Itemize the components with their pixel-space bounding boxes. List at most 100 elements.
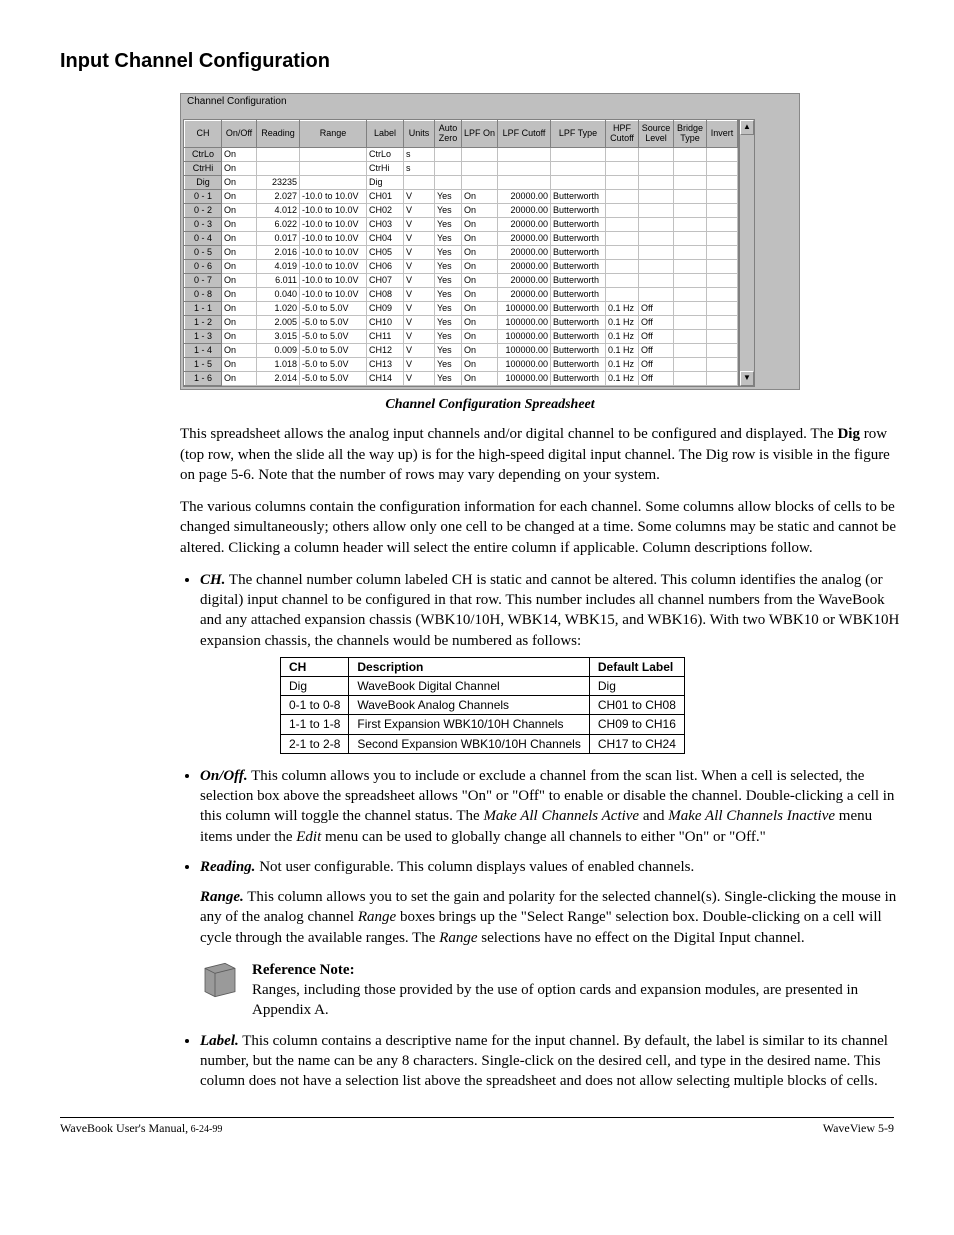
cell[interactable] — [707, 245, 738, 259]
cell[interactable]: 20000.00 — [498, 189, 551, 203]
cell[interactable]: V — [404, 315, 435, 329]
cell[interactable] — [674, 357, 707, 371]
cell[interactable]: -10.0 to 10.0V — [300, 231, 367, 245]
cell[interactable]: CH09 — [367, 301, 404, 315]
cell[interactable]: 20000.00 — [498, 245, 551, 259]
cell[interactable]: V — [404, 343, 435, 357]
cell[interactable]: On — [462, 315, 498, 329]
cell[interactable] — [674, 259, 707, 273]
cell[interactable]: Off — [639, 343, 674, 357]
cell[interactable]: 2.014 — [257, 371, 300, 385]
cell[interactable] — [639, 189, 674, 203]
cell[interactable]: -5.0 to 5.0V — [300, 329, 367, 343]
cell[interactable]: 4.019 — [257, 259, 300, 273]
cell[interactable]: -10.0 to 10.0V — [300, 259, 367, 273]
cell[interactable]: s — [404, 147, 435, 161]
cell[interactable]: Butterworth — [551, 357, 606, 371]
cell[interactable] — [435, 161, 462, 175]
cell[interactable]: -5.0 to 5.0V — [300, 301, 367, 315]
cell[interactable] — [639, 259, 674, 273]
cell[interactable]: Off — [639, 329, 674, 343]
cell[interactable] — [551, 175, 606, 189]
cell[interactable] — [498, 175, 551, 189]
cell[interactable] — [606, 217, 639, 231]
cell[interactable]: Yes — [435, 371, 462, 385]
cell[interactable]: 100000.00 — [498, 357, 551, 371]
cell[interactable]: 23235 — [257, 175, 300, 189]
cell[interactable] — [498, 161, 551, 175]
cell[interactable] — [404, 175, 435, 189]
cell[interactable]: Butterworth — [551, 343, 606, 357]
cell[interactable] — [606, 189, 639, 203]
cell[interactable]: Yes — [435, 301, 462, 315]
cell[interactable]: CtrHi — [367, 161, 404, 175]
cell[interactable]: -10.0 to 10.0V — [300, 217, 367, 231]
cell[interactable] — [639, 161, 674, 175]
cell[interactable] — [639, 147, 674, 161]
cell[interactable]: 0.1 Hz — [606, 343, 639, 357]
cell[interactable] — [674, 343, 707, 357]
cell[interactable]: On — [222, 259, 257, 273]
cell[interactable]: Butterworth — [551, 287, 606, 301]
cell[interactable]: CH13 — [367, 357, 404, 371]
col-header[interactable]: Reading — [257, 120, 300, 147]
cell[interactable]: -10.0 to 10.0V — [300, 203, 367, 217]
cell[interactable]: On — [462, 245, 498, 259]
cell[interactable]: On — [462, 371, 498, 385]
cell[interactable]: Yes — [435, 315, 462, 329]
cell[interactable]: On — [222, 203, 257, 217]
cell[interactable]: On — [462, 329, 498, 343]
cell[interactable]: On — [222, 217, 257, 231]
table-row[interactable]: 1 - 5On1.018-5.0 to 5.0VCH13VYesOn100000… — [185, 357, 738, 371]
cell[interactable] — [639, 217, 674, 231]
cell[interactable]: CH04 — [367, 231, 404, 245]
cell[interactable] — [606, 273, 639, 287]
cell[interactable]: 2.016 — [257, 245, 300, 259]
cell[interactable] — [257, 147, 300, 161]
cell[interactable]: On — [222, 189, 257, 203]
cell[interactable]: Yes — [435, 343, 462, 357]
cell[interactable] — [257, 161, 300, 175]
cell[interactable] — [674, 203, 707, 217]
table-row[interactable]: 0 - 8On0.040-10.0 to 10.0VCH08VYesOn2000… — [185, 287, 738, 301]
cell[interactable]: 0.1 Hz — [606, 357, 639, 371]
col-header[interactable]: Units — [404, 120, 435, 147]
cell[interactable]: Yes — [435, 273, 462, 287]
cell[interactable] — [639, 175, 674, 189]
cell[interactable]: 3.015 — [257, 329, 300, 343]
cell[interactable] — [674, 301, 707, 315]
cell[interactable]: Butterworth — [551, 301, 606, 315]
cell[interactable]: Yes — [435, 189, 462, 203]
col-header[interactable]: HPFCutoff — [606, 120, 639, 147]
cell[interactable]: 100000.00 — [498, 343, 551, 357]
cell[interactable]: -10.0 to 10.0V — [300, 245, 367, 259]
table-row[interactable]: 1 - 4On0.009-5.0 to 5.0VCH12VYesOn100000… — [185, 343, 738, 357]
cell[interactable] — [674, 175, 707, 189]
col-header[interactable]: Range — [300, 120, 367, 147]
cell[interactable] — [707, 273, 738, 287]
table-row[interactable]: 0 - 4On0.017-10.0 to 10.0VCH04VYesOn2000… — [185, 231, 738, 245]
cell[interactable] — [674, 161, 707, 175]
cell[interactable] — [300, 175, 367, 189]
cell[interactable]: 6.011 — [257, 273, 300, 287]
cell[interactable] — [498, 147, 551, 161]
cell[interactable]: On — [222, 357, 257, 371]
cell[interactable]: Yes — [435, 357, 462, 371]
cell[interactable] — [707, 343, 738, 357]
table-row[interactable]: 1 - 6On2.014-5.0 to 5.0VCH14VYesOn100000… — [185, 371, 738, 385]
col-header[interactable]: LPF Type — [551, 120, 606, 147]
cell[interactable] — [707, 175, 738, 189]
cell[interactable]: CH06 — [367, 259, 404, 273]
col-header[interactable]: Label — [367, 120, 404, 147]
cell[interactable] — [707, 147, 738, 161]
cell[interactable]: On — [222, 315, 257, 329]
scroll-down-icon[interactable]: ▼ — [740, 371, 754, 386]
cell[interactable] — [707, 161, 738, 175]
table-row[interactable]: 1 - 2On2.005-5.0 to 5.0VCH10VYesOn100000… — [185, 315, 738, 329]
cell[interactable] — [462, 147, 498, 161]
cell[interactable]: Butterworth — [551, 329, 606, 343]
cell[interactable] — [435, 175, 462, 189]
cell[interactable]: Off — [639, 371, 674, 385]
cell[interactable]: On — [462, 357, 498, 371]
cell[interactable]: 20000.00 — [498, 231, 551, 245]
